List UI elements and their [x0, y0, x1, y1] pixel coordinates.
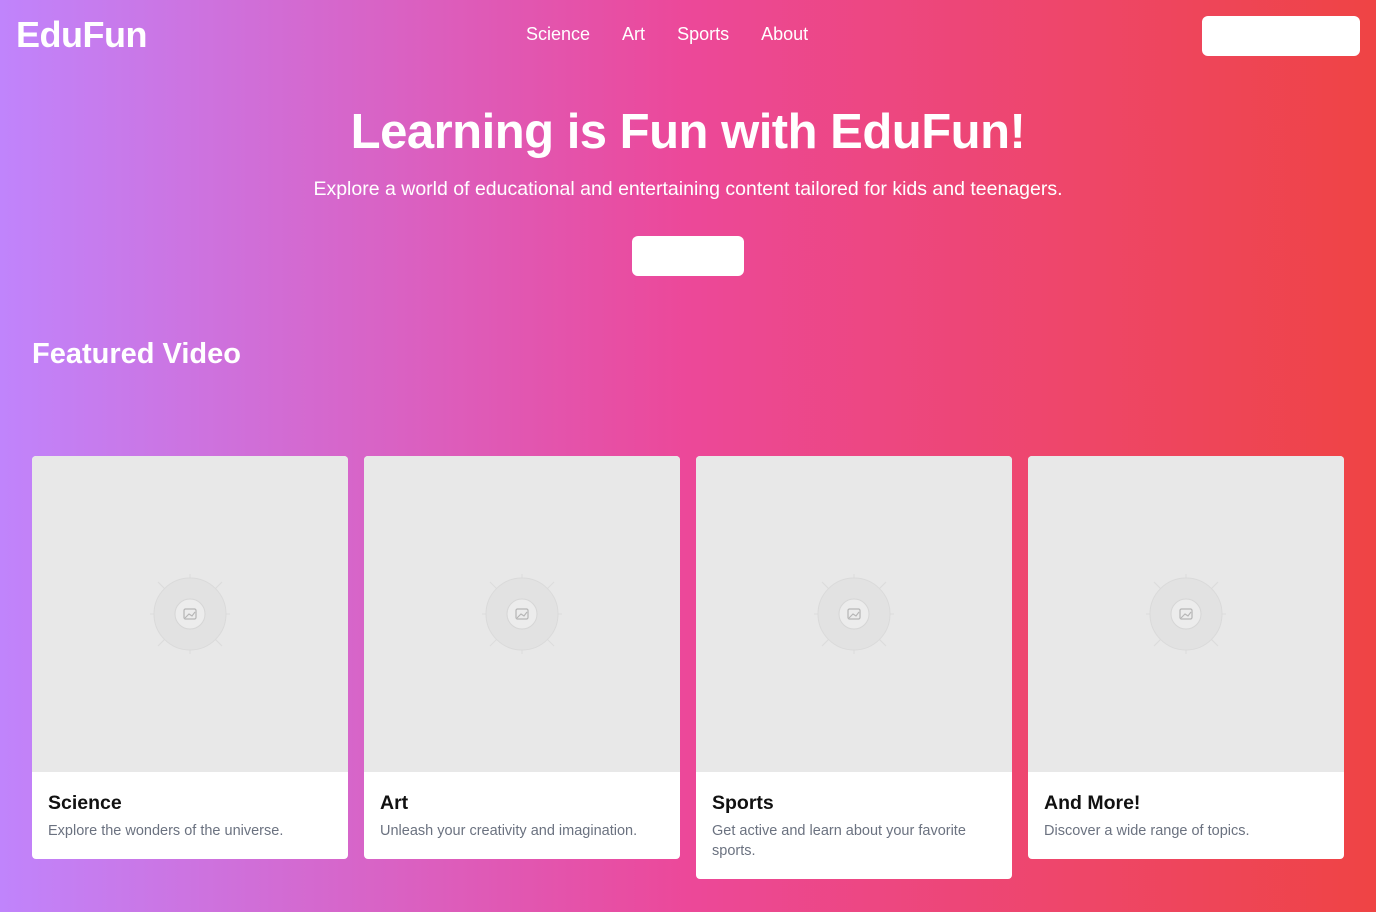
card-description: Get active and learn about your favorite… — [712, 823, 966, 859]
card-body: Sports Get active and learn about your f… — [696, 772, 1012, 879]
hero-subtitle: Explore a world of educational and enter… — [313, 178, 1063, 200]
image-placeholder-icon — [150, 574, 230, 654]
card-sports[interactable]: Sports Get active and learn about your f… — [696, 456, 1012, 879]
image-placeholder-icon — [814, 574, 894, 654]
card-body: Science Explore the wonders of the unive… — [32, 772, 348, 859]
card-art[interactable]: Art Unleash your creativity and imaginat… — [364, 456, 680, 859]
hero-cta-button[interactable] — [632, 236, 744, 276]
image-placeholder-icon — [1146, 574, 1226, 654]
card-body: And More! Discover a wide range of topic… — [1028, 772, 1344, 859]
image-placeholder-icon — [482, 574, 562, 654]
top-navigation-bar: EduFun Science Art Sports About — [0, 0, 1376, 72]
card-description: Explore the wonders of the universe. — [48, 823, 284, 839]
card-title: Science — [48, 792, 122, 814]
card-title: Art — [380, 792, 409, 814]
card-thumbnail — [364, 456, 680, 772]
card-title: And More! — [1044, 792, 1141, 814]
main-nav: Science Art Sports About — [510, 24, 824, 45]
nav-link-sports[interactable]: Sports — [661, 24, 745, 45]
card-thumbnail — [32, 456, 348, 772]
card-science[interactable]: Science Explore the wonders of the unive… — [32, 456, 348, 859]
card-description: Discover a wide range of topics. — [1044, 823, 1250, 839]
hero-title: Learning is Fun with EduFun! — [350, 105, 1026, 159]
nav-link-science[interactable]: Science — [510, 24, 606, 45]
brand-logo[interactable]: EduFun — [16, 14, 147, 56]
card-thumbnail — [696, 456, 1012, 772]
header-action-button[interactable] — [1202, 16, 1360, 56]
featured-section-heading: Featured Video — [32, 338, 241, 370]
card-body: Art Unleash your creativity and imaginat… — [364, 772, 680, 859]
card-title: Sports — [712, 792, 774, 814]
nav-link-about[interactable]: About — [745, 24, 824, 45]
card-and-more[interactable]: And More! Discover a wide range of topic… — [1028, 456, 1344, 859]
card-description: Unleash your creativity and imagination. — [380, 823, 638, 839]
card-thumbnail — [1028, 456, 1344, 772]
nav-link-art[interactable]: Art — [606, 24, 661, 45]
